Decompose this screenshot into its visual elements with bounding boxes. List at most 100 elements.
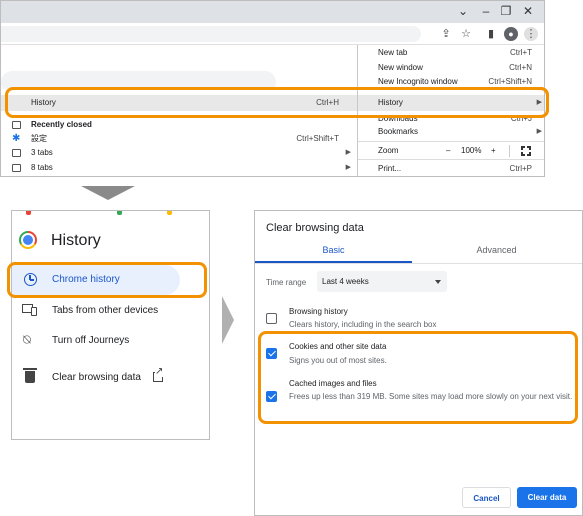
panel-top-strip — [12, 211, 209, 217]
close-icon[interactable]: ✕ — [521, 4, 535, 18]
clear-browsing-data-dialog: Clear browsing data Basic Advanced Time … — [254, 210, 583, 516]
nav-item-turn-off-journeys[interactable]: ⍉ Turn off Journeys — [12, 326, 209, 356]
restore-icon[interactable]: ❐ — [499, 4, 513, 18]
checkbox-browsing-history[interactable] — [266, 313, 277, 324]
color-dot — [26, 211, 31, 215]
chevron-right-icon: ▶ — [536, 128, 542, 135]
clear-data-button[interactable]: Clear data — [517, 487, 577, 508]
settings-label: 設定 — [31, 134, 47, 143]
nav-item-clear-browsing-data[interactable]: Clear browsing data — [12, 363, 209, 393]
downloads-shortcut: Ctrl+J — [510, 114, 532, 123]
option-title: Cached images and files — [289, 379, 377, 388]
submenu-item-8-tabs[interactable]: 8 tabs ▶ — [1, 161, 357, 175]
settings-shortcut: Ctrl+Shift+T — [296, 134, 339, 143]
bookmarks-label: Bookmarks — [378, 127, 419, 136]
checkbox-cookies[interactable] — [266, 348, 277, 359]
menu-item-incognito[interactable]: New Incognito window Ctrl+Shift+N — [358, 75, 544, 89]
menu-item-downloads[interactable]: Downloads Ctrl+J — [358, 112, 544, 126]
dropdown-caret-icon — [435, 280, 441, 284]
journeys-off-icon: ⍉ — [23, 332, 31, 347]
share-icon[interactable]: ⇪ — [439, 27, 453, 41]
menu-divider — [358, 141, 544, 142]
option-subtitle: Clears history, including in the search … — [289, 320, 437, 329]
step-arrow-down — [81, 186, 135, 200]
tab-icon — [12, 121, 21, 129]
submenu-history-label: History — [31, 98, 56, 107]
tab-icon — [12, 164, 21, 172]
nav-item-tabs-other-devices[interactable]: Tabs from other devices — [12, 296, 209, 326]
recently-closed-label: Recently closed — [31, 120, 92, 129]
option-title: Cookies and other site data — [289, 342, 387, 351]
nav-item-label: Turn off Journeys — [52, 335, 130, 346]
profile-avatar-icon[interactable]: ● — [504, 27, 518, 41]
color-dot — [167, 211, 172, 215]
chevron-right-icon: ▶ — [345, 164, 351, 171]
tab-divider — [255, 263, 582, 264]
menu-item-zoom: Zoom – 100% + — [358, 144, 544, 158]
history-label: History — [378, 98, 403, 107]
downloads-label: Downloads — [378, 114, 418, 123]
menu-item-bookmarks[interactable]: Bookmarks ▶ — [358, 125, 544, 139]
zoom-divider — [509, 145, 510, 157]
gear-icon: ✱ — [12, 133, 21, 144]
tab-basic[interactable]: Basic — [255, 244, 412, 260]
new-window-label: New window — [378, 63, 423, 72]
tabs-8-label: 8 tabs — [31, 163, 53, 172]
time-range-value: Last 4 weeks — [322, 277, 369, 286]
devices-icon — [22, 304, 37, 316]
zoom-out-button[interactable]: – — [446, 144, 450, 158]
menu-item-print[interactable]: Print... Ctrl+P — [358, 162, 544, 176]
time-range-label: Time range — [266, 278, 307, 287]
menu-divider — [358, 159, 544, 160]
new-tab-label: New tab — [378, 48, 408, 57]
new-window-shortcut: Ctrl+N — [509, 63, 532, 72]
dialog-title: Clear browsing data — [266, 222, 364, 234]
history-submenu: History Ctrl+H Recently closed ✱ 設定 Ctrl… — [1, 89, 358, 176]
option-subtitle: Signs you out of most sites. — [289, 356, 387, 365]
nav-item-chrome-history[interactable]: Chrome history — [12, 265, 180, 295]
zoom-in-button[interactable]: + — [491, 144, 496, 158]
nav-item-label: Chrome history — [52, 274, 120, 285]
tab-strip: ⌄ – ❐ ✕ — [1, 1, 544, 23]
history-panel: History Chrome history Tabs from other d… — [11, 210, 210, 440]
tab-icon — [12, 149, 21, 157]
tab-advanced[interactable]: Advanced — [418, 244, 575, 260]
step-arrow-right — [222, 296, 234, 344]
browser-window: ⌄ – ❐ ✕ ⇪ ☆ ▮ ● ⋮ History Ctrl+H Recentl… — [0, 0, 545, 177]
minimize-icon[interactable]: – — [479, 4, 493, 18]
toolbar: ⇪ ☆ ▮ ● ⋮ — [1, 23, 544, 45]
checkbox-cached-images[interactable] — [266, 391, 277, 402]
more-menu-icon[interactable]: ⋮ — [524, 27, 538, 41]
submenu-item-recently-closed: Recently closed — [1, 118, 357, 132]
chrome-logo-icon — [19, 231, 37, 249]
side-panel-icon[interactable]: ▮ — [484, 27, 498, 41]
nav-item-label: Tabs from other devices — [52, 305, 159, 316]
zoom-label: Zoom — [378, 146, 399, 155]
fullscreen-icon[interactable] — [520, 145, 532, 157]
chrome-main-menu: New tab Ctrl+T New window Ctrl+N New Inc… — [357, 45, 544, 176]
cancel-button[interactable]: Cancel — [462, 487, 511, 508]
address-bar[interactable] — [1, 26, 421, 42]
zoom-value: 100% — [461, 146, 482, 155]
menu-item-new-tab[interactable]: New tab Ctrl+T — [358, 46, 544, 60]
print-label: Print... — [378, 164, 402, 173]
incognito-shortcut: Ctrl+Shift+N — [488, 77, 532, 86]
submenu-item-3-tabs[interactable]: 3 tabs ▶ — [1, 146, 357, 160]
open-external-icon — [153, 367, 164, 382]
chevron-right-icon: ▶ — [536, 99, 542, 106]
panel-title: History — [51, 232, 101, 249]
time-range-select[interactable]: Last 4 weeks — [317, 271, 447, 292]
chevron-down-icon[interactable]: ⌄ — [456, 4, 470, 18]
option-title: Browsing history — [289, 307, 348, 316]
clock-icon — [24, 273, 37, 286]
menu-item-new-window[interactable]: New window Ctrl+N — [358, 61, 544, 75]
color-dot — [117, 211, 122, 215]
trash-icon — [23, 368, 37, 383]
submenu-item-history[interactable]: History Ctrl+H — [1, 95, 357, 111]
menu-item-history[interactable]: History ▶ — [358, 95, 544, 111]
bookmark-star-icon[interactable]: ☆ — [459, 27, 473, 41]
submenu-history-shortcut: Ctrl+H — [316, 98, 339, 107]
submenu-item-settings[interactable]: ✱ 設定 Ctrl+Shift+T — [1, 132, 357, 146]
option-subtitle: Frees up less than 319 MB. Some sites ma… — [289, 392, 573, 401]
incognito-label: New Incognito window — [378, 77, 458, 86]
